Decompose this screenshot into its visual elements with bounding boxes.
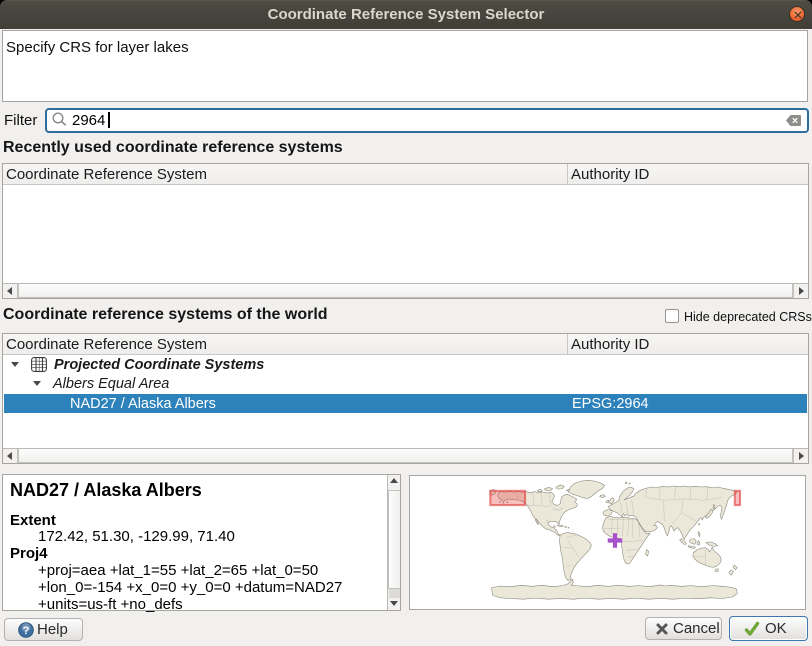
svg-text:?: ?: [23, 625, 30, 637]
